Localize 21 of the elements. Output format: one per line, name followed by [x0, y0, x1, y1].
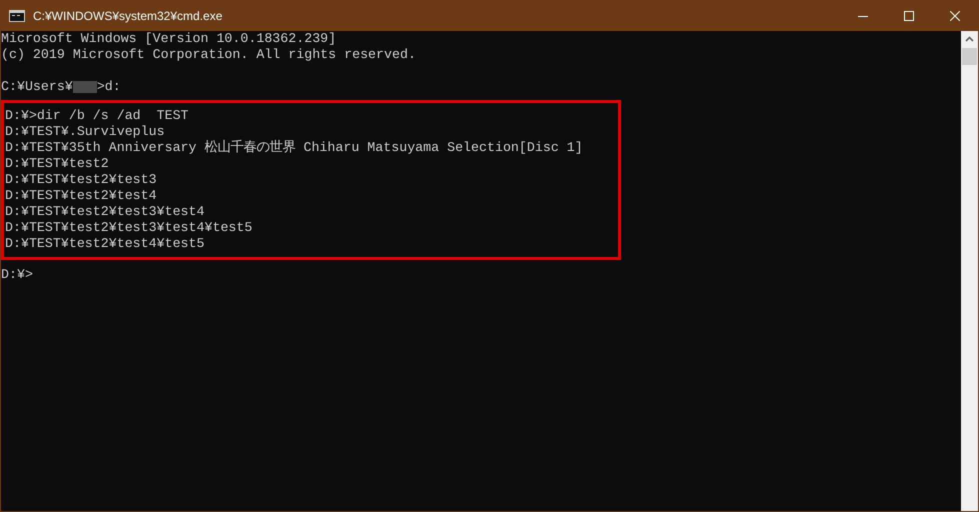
console-line: C:¥Users¥ [1, 79, 73, 95]
console-line: D:¥TEST¥test2¥test4¥test5 [5, 236, 206, 252]
console-line: D:¥>dir /b /s /ad TEST [5, 108, 190, 124]
console-line: D:¥TEST¥test2¥test4 [5, 188, 158, 204]
scrollbar-thumb[interactable] [962, 48, 977, 65]
console-line: >d: [96, 79, 121, 95]
console-line: Microsoft Windows [Version 10.0.18362.239] [1, 31, 338, 47]
console-line: D:¥TEST¥35th Anniversary 松山千春の世界 Chiharu Matsuyama Selection[Disc 1] [5, 140, 584, 156]
scroll-up-icon[interactable] [965, 36, 974, 42]
window-title: C:¥WINDOWS¥system32¥cmd.exe [33, 8, 222, 24]
maximize-icon [904, 10, 914, 20]
redacted-name [72, 81, 97, 93]
console-line: D:¥TEST¥test2¥test3 [5, 172, 158, 188]
console-line: D:¥> [1, 267, 34, 283]
console-line: D:¥TEST¥test2¥test3¥test4 [5, 204, 206, 220]
console-app-icon [9, 10, 25, 22]
console-line: D:¥TEST¥.Surviveplus [5, 124, 166, 140]
close-icon [950, 10, 960, 20]
console-line: (c) 2019 Microsoft Corporation. All rights reserved. [1, 47, 417, 63]
console-line: D:¥TEST¥test2¥test3¥test4¥test5 [5, 220, 254, 236]
console-line: D:¥TEST¥test2 [5, 156, 110, 172]
